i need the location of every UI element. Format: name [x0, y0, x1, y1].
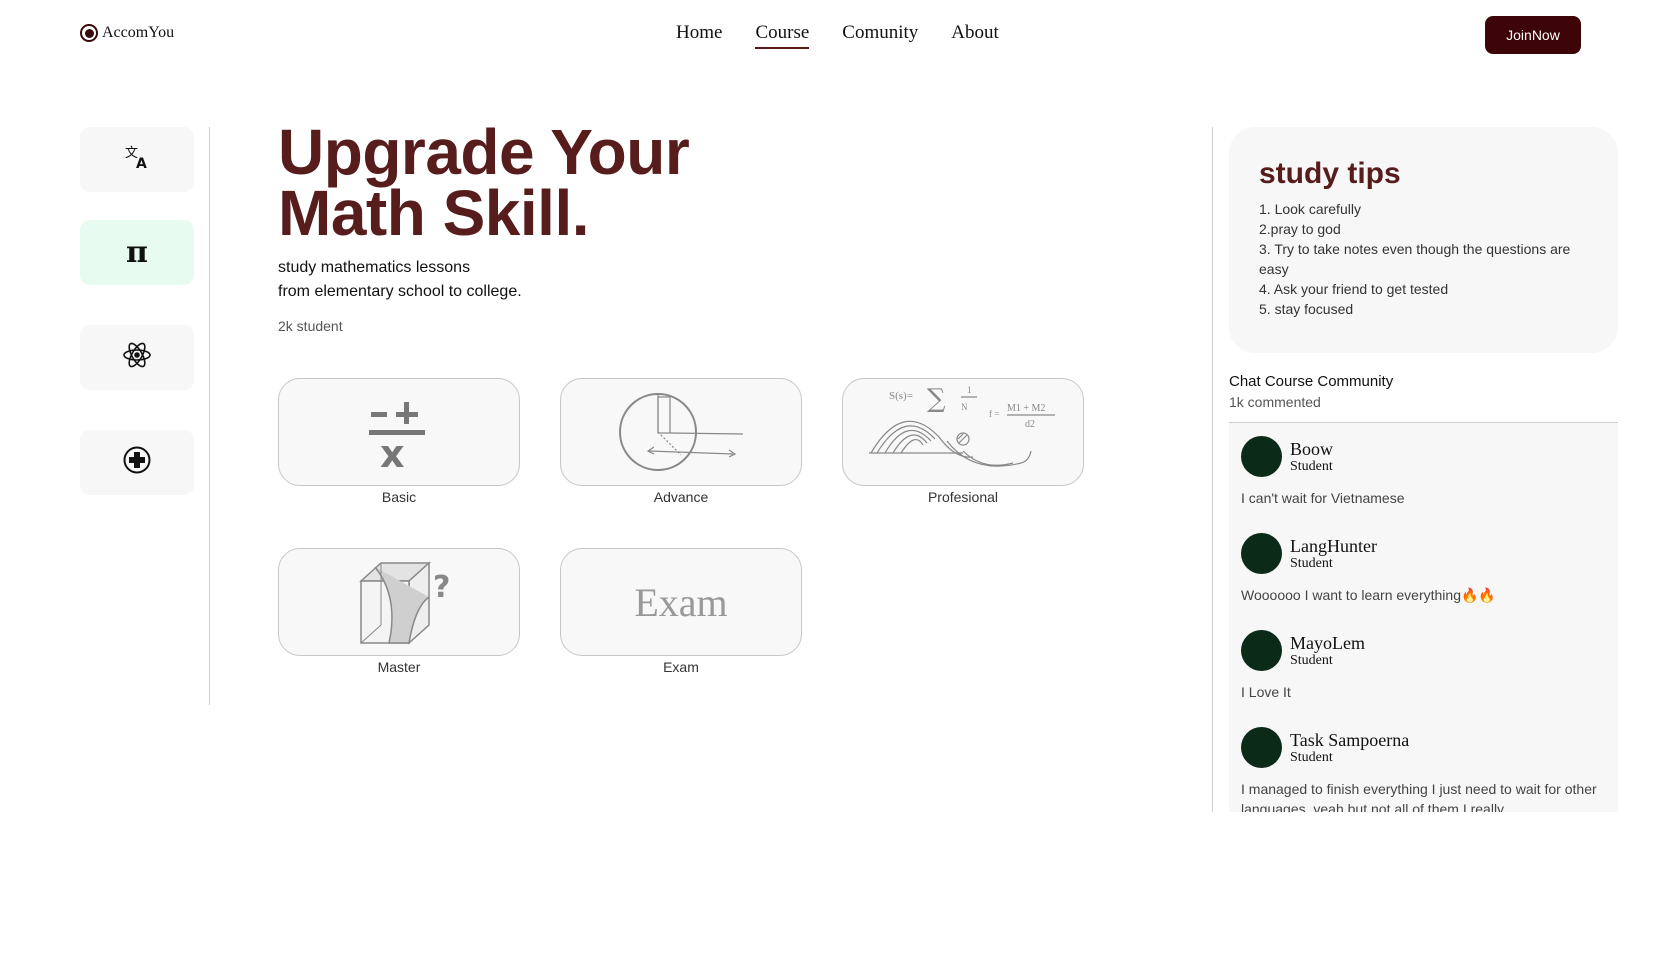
basic-operators-icon: x	[369, 402, 425, 472]
comment-author[interactable]: MayoLem	[1290, 633, 1365, 653]
formula-left: S(s)=	[889, 390, 913, 402]
comment-item: MayoLem Student I Love It	[1241, 630, 1606, 727]
page-subtitle: study mathematics lessons from elementar…	[278, 256, 522, 304]
course-card-advance[interactable]: Advance	[560, 378, 802, 505]
formula-f: f =	[989, 409, 999, 419]
comment-text: I can't wait for Vietnamese	[1241, 490, 1405, 506]
course-card-exam[interactable]: Exam Exam	[560, 548, 802, 675]
chat-header: Chat Course Community 1k commented	[1229, 373, 1618, 410]
avatar[interactable]	[1241, 436, 1282, 477]
course-label: Profesional	[927, 489, 999, 505]
chat-count: 1k commented	[1229, 394, 1321, 410]
comment-user: LangHunter Student	[1241, 533, 1606, 574]
pi-icon: π	[126, 235, 148, 270]
formula-right-bottom: d2	[1025, 419, 1035, 430]
comment-author[interactable]: LangHunter	[1290, 536, 1377, 556]
sidebar-item-math[interactable]: π	[80, 220, 194, 285]
comment-text: I managed to finish everything I just ne…	[1241, 781, 1597, 812]
brand-name: AccomYou	[102, 24, 175, 41]
comment-user: Task Sampoerna Student	[1241, 727, 1606, 768]
sidebar-item-science[interactable]	[80, 325, 194, 390]
comment-user: Boow Student	[1241, 436, 1606, 477]
student-count: 2k student	[278, 318, 343, 334]
comment-role: Student	[1290, 652, 1333, 668]
question-mark: ?	[433, 570, 450, 605]
svg-text:∑: ∑	[927, 384, 946, 414]
course-label: Basic	[381, 489, 417, 505]
right-panel-divider	[1212, 127, 1213, 812]
sidebar-divider	[209, 127, 210, 705]
atom-icon	[122, 340, 152, 375]
study-tip: 3. Try to take notes even though the que…	[1259, 241, 1571, 277]
avatar[interactable]	[1241, 533, 1282, 574]
course-card-advance-box[interactable]	[560, 378, 802, 486]
chat-title: Chat Course Community	[1229, 373, 1394, 390]
sidebar-item-language[interactable]: 文 A	[80, 127, 194, 192]
comment-item: Task Sampoerna Student I managed to fini…	[1241, 727, 1606, 812]
svg-text:A: A	[136, 156, 147, 171]
course-card-basic-box[interactable]: x	[278, 378, 520, 486]
comment-author[interactable]: Task Sampoerna	[1290, 730, 1409, 750]
course-card-master[interactable]: ? Master	[278, 548, 520, 675]
comment-role: Student	[1290, 749, 1333, 765]
comment-text: Woooooo I want to learn everything🔥🔥	[1241, 587, 1496, 603]
page-title-line-1: Upgrade Your	[278, 116, 690, 188]
page-title: Upgrade Your Math Skill.	[278, 116, 690, 249]
subtitle-line-2: from elementary school to college.	[278, 283, 522, 300]
nav-comunity[interactable]: Comunity	[842, 22, 918, 49]
comment-text: I Love It	[1241, 684, 1291, 700]
comment-author[interactable]: Boow	[1290, 439, 1333, 459]
course-label: Exam	[663, 659, 699, 675]
translate-icon: 文 A	[123, 143, 151, 176]
course-card-basic[interactable]: x Basic	[278, 378, 520, 505]
comment-item: Boow Student I can't wait for Vietnamese	[1241, 436, 1606, 533]
comment-item: LangHunter Student Woooooo I want to lea…	[1241, 533, 1606, 630]
comment-role: Student	[1290, 555, 1333, 571]
nav-about[interactable]: About	[951, 22, 999, 49]
avatar[interactable]	[1241, 727, 1282, 768]
logo-mark-icon	[80, 24, 98, 42]
study-tip: 4. Ask your friend to get tested	[1259, 281, 1449, 297]
course-card-profesional[interactable]: S(s)= ∑ 1 N f = M1 + M2 d2 Profesional	[842, 378, 1084, 505]
course-card-master-box[interactable]: ?	[278, 548, 520, 656]
svg-text:x: x	[380, 432, 405, 472]
course-label: Master	[377, 659, 421, 675]
exam-art-text: Exam	[634, 579, 728, 625]
comment-role: Student	[1290, 458, 1333, 474]
study-tip: 5. stay focused	[1259, 301, 1354, 317]
study-tip: 2.pray to god	[1259, 221, 1341, 237]
nav-course[interactable]: Course	[755, 22, 810, 49]
main-nav: Home Course Comunity About	[676, 22, 999, 49]
cube-question-icon: ?	[359, 561, 450, 645]
circle-geometry-icon	[619, 393, 744, 471]
avatar[interactable]	[1241, 630, 1282, 671]
join-now-button[interactable]: JoinNow	[1485, 16, 1581, 54]
study-tip: 1. Look carefully	[1259, 201, 1361, 217]
study-tips-title: study tips	[1259, 157, 1401, 190]
subtitle-line-1: study mathematics lessons	[278, 259, 471, 276]
page-title-line-2: Math Skill.	[278, 177, 590, 249]
formula-right-top: M1 + M2	[1007, 403, 1045, 414]
formula-frac-bottom: N	[961, 402, 968, 412]
course-card-exam-box[interactable]: Exam	[560, 548, 802, 656]
study-tips-list: 1. Look carefully 2.pray to god 3. Try t…	[1259, 199, 1588, 319]
sidebar-item-health[interactable]	[80, 430, 194, 495]
formula-wave-icon: S(s)= ∑ 1 N f = M1 + M2 d2	[869, 384, 1055, 467]
chat-list[interactable]: Boow Student I can't wait for Vietnamese…	[1229, 423, 1618, 812]
brand-logo[interactable]: AccomYou	[80, 24, 174, 42]
course-label: Advance	[653, 489, 709, 505]
plus-circle-icon	[122, 445, 152, 480]
course-card-profesional-box[interactable]: S(s)= ∑ 1 N f = M1 + M2 d2	[842, 378, 1084, 486]
comment-user: MayoLem Student	[1241, 630, 1606, 671]
nav-home[interactable]: Home	[676, 22, 722, 49]
formula-frac-top: 1	[967, 385, 972, 395]
study-tips-card: study tips 1. Look carefully 2.pray to g…	[1229, 127, 1618, 353]
